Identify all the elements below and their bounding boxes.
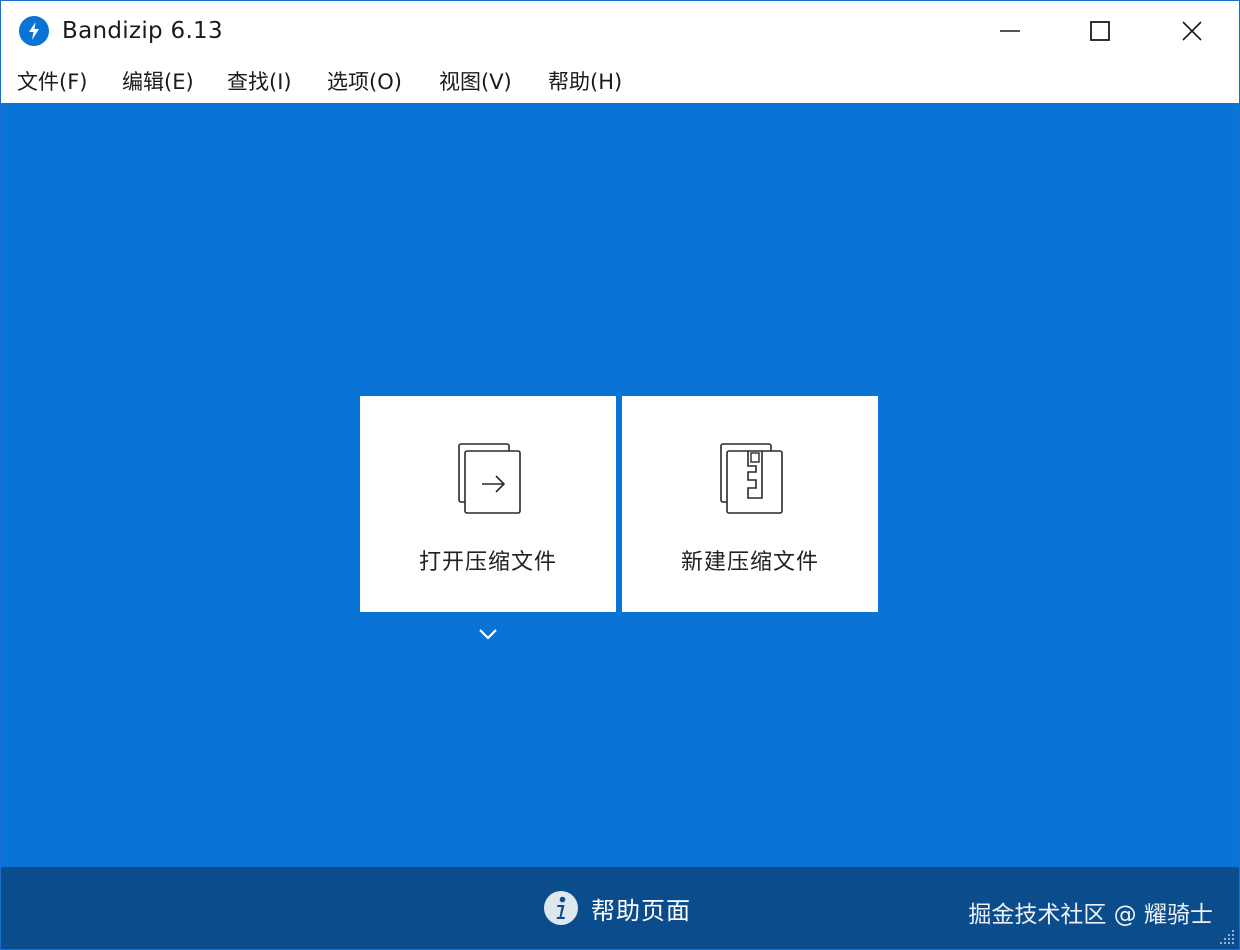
new-archive-label: 新建压缩文件 — [680, 550, 819, 575]
info-icon — [544, 891, 578, 925]
maximize-button[interactable] — [1055, 1, 1145, 61]
menu-help[interactable]: 帮助(H) — [546, 65, 624, 99]
footer-bar: 帮助页面 掘金技术社区 @ 耀骑士 — [1, 867, 1239, 949]
app-window: Bandizip 6.13 文件(F) 编辑(E) 查找(I) 选项(O) 视图… — [0, 0, 1240, 950]
close-icon — [1182, 21, 1202, 41]
bandizip-logo-icon — [19, 16, 49, 46]
open-archive-label: 打开压缩文件 — [418, 550, 557, 575]
open-archive-icon — [458, 443, 521, 514]
new-archive-icon — [720, 443, 783, 514]
menu-edit[interactable]: 编辑(E) — [120, 65, 196, 99]
help-page-label: 帮助页面 — [591, 896, 691, 925]
menu-file[interactable]: 文件(F) — [15, 65, 89, 99]
menu-view[interactable]: 视图(V) — [437, 65, 514, 99]
minimize-button[interactable] — [965, 1, 1055, 61]
resize-grip-icon[interactable] — [1218, 928, 1236, 946]
minimize-icon — [1000, 30, 1020, 32]
new-archive-button[interactable]: 新建压缩文件 — [622, 396, 878, 612]
menu-options[interactable]: 选项(O) — [325, 65, 404, 99]
title-bar[interactable]: Bandizip 6.13 — [1, 1, 1239, 61]
menu-find[interactable]: 查找(I) — [225, 65, 294, 99]
maximize-icon — [1090, 21, 1110, 41]
chevron-down-icon[interactable] — [475, 624, 501, 644]
menu-bar: 文件(F) 编辑(E) 查找(I) 选项(O) 视图(V) 帮助(H) — [1, 61, 1239, 103]
main-area: 打开压缩文件 新建压缩文件 — [1, 103, 1239, 867]
help-page-link[interactable]: 帮助页面 — [543, 889, 691, 927]
close-button[interactable] — [1147, 1, 1237, 61]
window-title: Bandizip 6.13 — [62, 18, 223, 44]
open-archive-button[interactable]: 打开压缩文件 — [360, 396, 616, 612]
watermark-text: 掘金技术社区 @ 耀骑士 — [968, 902, 1213, 928]
